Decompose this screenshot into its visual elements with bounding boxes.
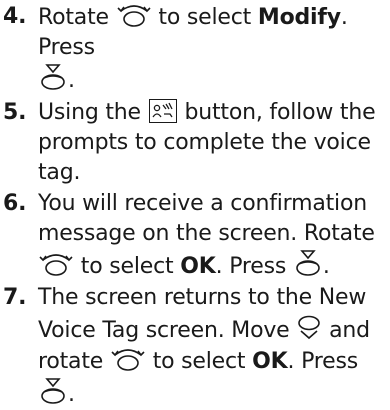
step-keyword: Modify <box>257 5 341 30</box>
step-text: to select <box>158 5 252 30</box>
interface-dial-press-icon <box>293 249 323 277</box>
step-text: . Press <box>215 254 287 279</box>
step-text: . <box>68 382 75 407</box>
instruction-steps: 4. Rotate to select Modify. Press . 5. U… <box>2 0 388 410</box>
step-keyword: OK <box>180 254 216 279</box>
step-text: Using the <box>38 100 141 125</box>
talk-button-icon <box>148 99 177 123</box>
step-text: . Press <box>287 349 359 374</box>
step-number: 4. <box>3 4 27 29</box>
step-text: . <box>322 254 330 279</box>
step-number: 6. <box>3 191 27 216</box>
step-text: to select <box>80 254 174 279</box>
step-text: You will receive a confirmation message … <box>38 191 375 246</box>
interface-dial-press-icon <box>38 63 68 91</box>
step-text: to select <box>152 349 246 374</box>
interface-dial-rotate-icon <box>110 346 146 372</box>
step-text: . <box>68 68 75 93</box>
interface-dial-rotate-icon <box>38 251 74 277</box>
step-4: 4. Rotate to select Modify. Press . <box>2 2 388 96</box>
step-6: 6. You will receive a confirmation messa… <box>2 189 388 282</box>
step-keyword: OK <box>252 349 288 374</box>
step-number: 5. <box>3 100 27 125</box>
step-number: 7. <box>3 285 27 310</box>
step-text: Rotate <box>38 5 109 30</box>
interface-dial-press-icon <box>38 377 68 405</box>
step-5: 5. Using the button, follow the prompts … <box>2 98 388 188</box>
step-7: 7. The screen returns to the New Voice T… <box>2 283 388 410</box>
interface-dial-rotate-icon <box>116 2 152 28</box>
